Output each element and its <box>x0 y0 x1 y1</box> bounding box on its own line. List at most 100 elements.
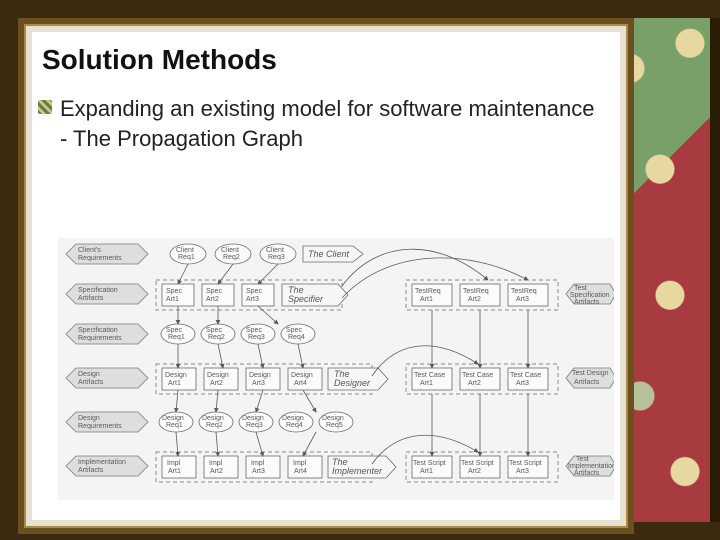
svg-text:Req2: Req2 <box>223 254 240 261</box>
svg-text:Artifacts: Artifacts <box>78 295 104 302</box>
slide-content: Solution Methods Expanding an existing m… <box>38 38 614 514</box>
svg-text:Design: Design <box>78 371 100 378</box>
svg-text:Client: Client <box>266 247 284 254</box>
slide-stage: Solution Methods Expanding an existing m… <box>0 0 720 540</box>
svg-text:Implementation: Implementation <box>568 463 614 470</box>
svg-text:Art1: Art1 <box>168 468 181 475</box>
svg-text:Art3: Art3 <box>246 296 259 303</box>
svg-text:Art3: Art3 <box>252 380 265 387</box>
cross-curves <box>342 249 528 464</box>
design-req-nodes: DesignReq1 DesignReq2 DesignReq3 DesignR… <box>159 412 353 432</box>
svg-text:Spec: Spec <box>166 327 182 334</box>
svg-text:Req3: Req3 <box>268 254 285 261</box>
svg-text:Test Script: Test Script <box>509 460 542 467</box>
right-test-groups: TestReqArt1 TestReqArt2 TestReqArt3 Test… <box>406 280 614 482</box>
svg-text:Design: Design <box>322 415 344 422</box>
svg-text:Client: Client <box>221 247 239 254</box>
svg-text:Design: Design <box>78 415 100 422</box>
svg-text:TestReq: TestReq <box>415 288 441 295</box>
svg-text:Test Design: Test Design <box>572 370 609 377</box>
svg-text:Test Case: Test Case <box>462 372 493 379</box>
svg-text:Test Case: Test Case <box>414 372 445 379</box>
svg-text:Art1: Art1 <box>420 468 433 475</box>
svg-text:Specification: Specification <box>78 327 118 334</box>
svg-text:Req5: Req5 <box>326 422 343 429</box>
svg-text:Art4: Art4 <box>294 468 307 475</box>
svg-text:Art2: Art2 <box>468 380 481 387</box>
svg-text:Test Case: Test Case <box>510 372 541 379</box>
svg-text:Client's: Client's <box>78 247 101 254</box>
svg-text:Req1: Req1 <box>166 422 183 429</box>
svg-text:Art3: Art3 <box>516 468 529 475</box>
svg-text:Design: Design <box>249 372 271 379</box>
svg-text:Art2: Art2 <box>210 380 223 387</box>
svg-text:Art4: Art4 <box>294 380 307 387</box>
svg-text:Impl: Impl <box>293 460 307 467</box>
design-artifact-boxes: DesignArt1 DesignArt2 DesignArt3 DesignA… <box>162 368 388 390</box>
svg-text:Art2: Art2 <box>210 468 223 475</box>
svg-text:Art1: Art1 <box>420 296 433 303</box>
svg-text:Req2: Req2 <box>206 422 223 429</box>
svg-text:Req1: Req1 <box>178 254 195 261</box>
svg-text:Client: Client <box>176 247 194 254</box>
svg-text:Spec: Spec <box>286 327 302 334</box>
svg-text:Art3: Art3 <box>516 296 529 303</box>
svg-text:Art3: Art3 <box>252 468 265 475</box>
svg-text:Design: Design <box>165 372 187 379</box>
svg-text:Artifacts: Artifacts <box>574 379 600 386</box>
svg-text:Art2: Art2 <box>468 468 481 475</box>
svg-text:Impl: Impl <box>251 460 265 467</box>
svg-text:Design: Design <box>207 372 229 379</box>
svg-text:Design: Design <box>162 415 184 422</box>
svg-text:Designer: Designer <box>334 378 371 388</box>
svg-text:Specifier: Specifier <box>288 294 324 304</box>
svg-text:Impl: Impl <box>167 460 181 467</box>
svg-text:Design: Design <box>282 415 304 422</box>
client-req-nodes: ClientReq1 ClientReq2 ClientReq3 The Cli… <box>170 244 363 264</box>
svg-text:Artifacts: Artifacts <box>78 379 104 386</box>
svg-text:Req1: Req1 <box>168 334 185 341</box>
svg-text:Req2: Req2 <box>208 334 225 341</box>
diagram-svg: Client'sRequirements SpecificationArtifa… <box>58 238 614 500</box>
svg-text:Req3: Req3 <box>246 422 263 429</box>
svg-text:Design: Design <box>291 372 313 379</box>
svg-text:Test Script: Test Script <box>461 460 494 467</box>
left-hex-labels: Client'sRequirements SpecificationArtifa… <box>66 244 148 476</box>
svg-text:Req3: Req3 <box>248 334 265 341</box>
svg-text:Req4: Req4 <box>286 422 303 429</box>
svg-text:Design: Design <box>202 415 224 422</box>
svg-text:Art2: Art2 <box>468 296 481 303</box>
svg-text:Artifacts: Artifacts <box>574 299 600 306</box>
slide-frame: Solution Methods Expanding an existing m… <box>18 18 634 534</box>
svg-text:The Client: The Client <box>308 249 350 259</box>
svg-text:Art1: Art1 <box>420 380 433 387</box>
bullet-item: Expanding an existing model for software… <box>60 94 606 153</box>
svg-text:Spec: Spec <box>206 288 222 295</box>
svg-text:Test Script: Test Script <box>413 460 446 467</box>
svg-text:Specification: Specification <box>78 287 118 294</box>
spec-req-nodes: SpecReq1 SpecReq2 SpecReq3 SpecReq4 <box>161 324 315 344</box>
svg-text:Req4: Req4 <box>288 334 305 341</box>
svg-text:Specification: Specification <box>570 292 610 299</box>
svg-text:Spec: Spec <box>246 327 262 334</box>
svg-text:Artifacts: Artifacts <box>574 470 600 477</box>
svg-text:Impl: Impl <box>209 460 223 467</box>
svg-text:Implementation: Implementation <box>78 459 126 466</box>
svg-text:TestReq: TestReq <box>511 288 537 295</box>
svg-text:Requirements: Requirements <box>78 423 122 430</box>
svg-text:Art1: Art1 <box>168 380 181 387</box>
svg-text:Spec: Spec <box>206 327 222 334</box>
impl-artifact-boxes: ImplArt1 ImplArt2 ImplArt3 ImplArt4 TheI… <box>162 456 396 478</box>
svg-text:Art1: Art1 <box>166 296 179 303</box>
bullet-text: Expanding an existing model for software… <box>60 96 594 151</box>
svg-text:Requirements: Requirements <box>78 255 122 262</box>
svg-text:Requirements: Requirements <box>78 335 122 342</box>
svg-text:Test: Test <box>576 456 589 463</box>
propagation-graph-diagram: Client'sRequirements SpecificationArtifa… <box>58 238 614 500</box>
slide-body: Expanding an existing model for software… <box>60 94 606 153</box>
svg-text:Implementer: Implementer <box>332 466 383 476</box>
svg-text:Artifacts: Artifacts <box>78 467 104 474</box>
spec-artifact-boxes: SpecArt1 SpecArt2 SpecArt3 TheSpecifier <box>162 284 348 306</box>
svg-text:TestReq: TestReq <box>463 288 489 295</box>
svg-text:Spec: Spec <box>166 288 182 295</box>
